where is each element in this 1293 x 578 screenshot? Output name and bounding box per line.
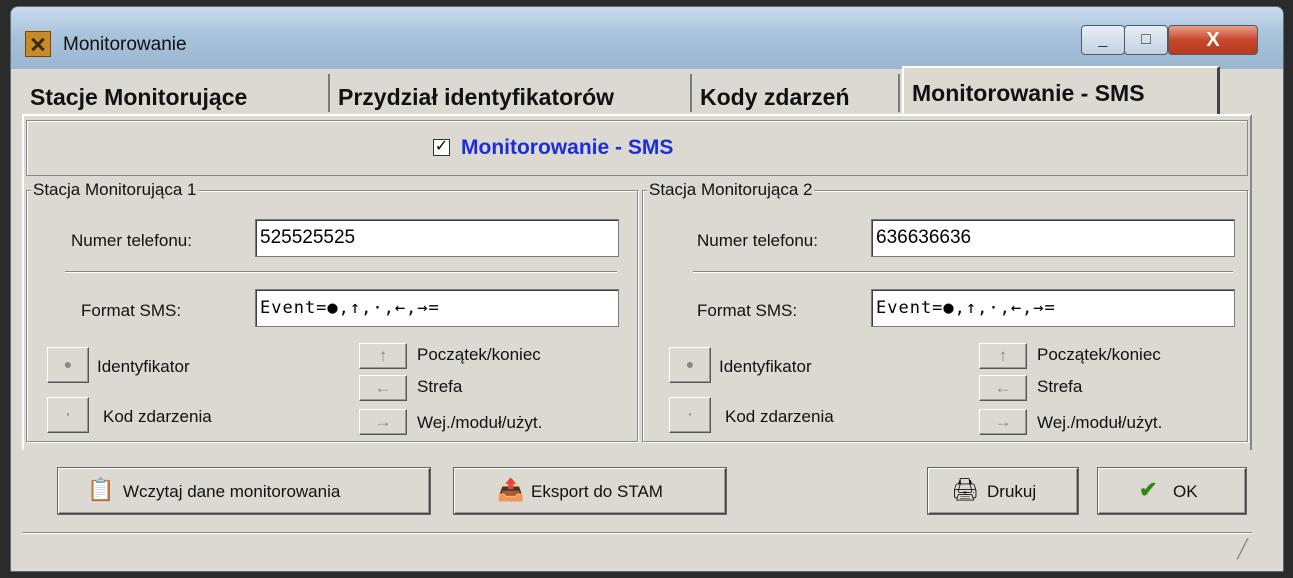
printer-icon: 🖨 <box>951 477 979 502</box>
ok-label: OK <box>1173 482 1198 501</box>
event-code-label: Kod zdarzenia <box>725 407 834 426</box>
minimize-button[interactable]: _ <box>1081 25 1125 55</box>
start-end-label: Początek/koniec <box>417 345 541 364</box>
input-module-user-label: Wej./moduł/użyt. <box>1037 413 1163 432</box>
start-end-label: Początek/koniec <box>1037 345 1161 364</box>
input-module-user-button[interactable]: → <box>979 409 1027 435</box>
phone-label: Numer telefonu: <box>71 231 192 250</box>
sms-header-panel: ✓ Monitorowanie - SMS <box>26 120 1248 176</box>
format-label: Format SMS: <box>81 301 182 320</box>
tab-monitorowanie-sms[interactable]: Monitorowanie - SMS <box>902 66 1220 114</box>
station-legend: Stacja Monitorująca 1 <box>31 180 199 200</box>
export-icon: 📤 <box>497 477 525 502</box>
load-data-icon: 📋 <box>87 477 115 502</box>
format-input[interactable]: Event=●,↑,·,←,→= <box>871 289 1235 327</box>
resize-grip-icon[interactable]: ╱ <box>1237 539 1248 560</box>
maximize-button[interactable]: □ <box>1124 25 1168 55</box>
event-code-button[interactable]: · <box>47 397 89 433</box>
title-bar[interactable]: Monitorowanie _ □ X <box>11 7 1283 69</box>
start-end-button[interactable]: ↑ <box>359 343 407 369</box>
window-title: Monitorowanie <box>63 34 187 55</box>
separator <box>65 271 617 273</box>
app-icon <box>25 31 51 57</box>
close-button[interactable]: X <box>1168 25 1258 55</box>
print-button[interactable]: 🖨 Drukuj <box>928 468 1078 514</box>
export-stam-label: Eksport do STAM <box>531 482 663 501</box>
station-legend: Stacja Monitorująca 2 <box>647 180 815 200</box>
sms-enabled-label[interactable]: Monitorowanie - SMS <box>461 136 673 160</box>
start-end-button[interactable]: ↑ <box>979 343 1027 369</box>
sms-enabled-checkbox[interactable]: ✓ <box>433 139 450 156</box>
event-code-button[interactable]: · <box>669 397 711 433</box>
format-label: Format SMS: <box>697 301 798 320</box>
phone-input[interactable]: 636636636 <box>871 219 1235 257</box>
event-code-label: Kod zdarzenia <box>103 407 212 426</box>
zone-label: Strefa <box>417 377 463 396</box>
identifier-button[interactable]: ● <box>47 347 89 383</box>
zone-button[interactable]: ← <box>359 375 407 401</box>
tab-kody-zdarzen[interactable]: Kody zdarzeń <box>692 74 900 112</box>
phone-input[interactable]: 525525525 <box>255 219 619 257</box>
ok-button[interactable]: ✔ OK <box>1098 468 1246 514</box>
input-module-user-button[interactable]: → <box>359 409 407 435</box>
format-input[interactable]: Event=●,↑,·,←,→= <box>255 289 619 327</box>
tab-przydzial-identyfikatorow[interactable]: Przydział identyfikatorów <box>330 74 692 112</box>
identifier-label: Identyfikator <box>719 357 812 376</box>
input-module-user-label: Wej./moduł/użyt. <box>417 413 543 432</box>
tab-stacje-monitorujace[interactable]: Stacje Monitorujące <box>22 74 330 112</box>
identifier-label: Identyfikator <box>97 357 190 376</box>
load-monitoring-data-label: Wczytaj dane monitorowania <box>123 482 341 501</box>
zone-label: Strefa <box>1037 377 1083 396</box>
identifier-button[interactable]: ● <box>669 347 711 383</box>
export-stam-button[interactable]: 📤 Eksport do STAM <box>454 468 726 514</box>
checkmark-icon: ✔ <box>1139 477 1158 502</box>
load-monitoring-data-button[interactable]: 📋 Wczytaj dane monitorowania <box>58 468 430 514</box>
print-label: Drukuj <box>987 482 1037 501</box>
zone-button[interactable]: ← <box>979 375 1027 401</box>
station-group-1: Stacja Monitorująca 1 Numer telefonu: 52… <box>26 180 638 442</box>
phone-label: Numer telefonu: <box>697 231 818 250</box>
separator <box>693 271 1233 273</box>
station-group-2: Stacja Monitorująca 2 Numer telefonu: 63… <box>642 180 1248 442</box>
status-bar: ╱ <box>22 532 1252 562</box>
